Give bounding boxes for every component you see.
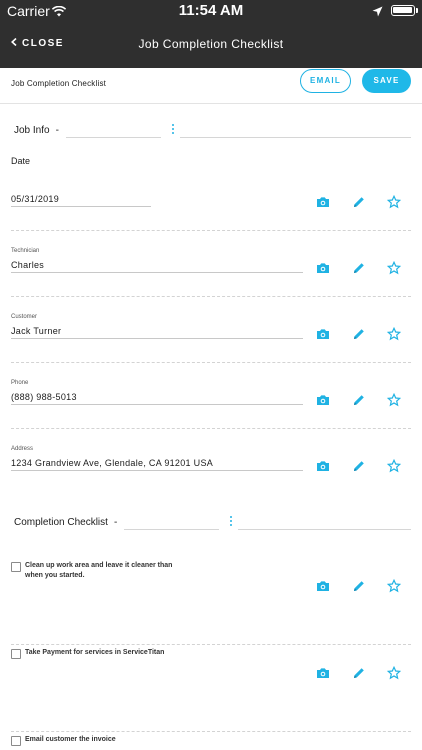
address-value[interactable]: 1234 Grandview Ave, Glendale, CA 91201 U… xyxy=(11,458,213,468)
pencil-icon[interactable] xyxy=(352,195,366,209)
camera-icon[interactable] xyxy=(316,666,330,680)
checklist-checkbox[interactable] xyxy=(11,649,21,659)
pencil-icon[interactable] xyxy=(352,666,366,680)
battery-tip-icon xyxy=(416,8,418,13)
star-icon[interactable] xyxy=(387,195,401,209)
star-icon[interactable] xyxy=(387,261,401,275)
checklist-header-rule xyxy=(238,529,411,530)
address-field: Address 1234 Grandview Ave, Glendale, CA… xyxy=(0,429,422,495)
camera-icon[interactable] xyxy=(316,261,330,275)
checklist-item: Clean up work area and leave it cleaner … xyxy=(0,559,422,645)
phone-actions xyxy=(316,393,406,407)
checklist-divider xyxy=(11,644,411,645)
camera-icon[interactable] xyxy=(316,195,330,209)
customer-caption: Customer xyxy=(11,314,38,320)
star-icon[interactable] xyxy=(387,459,401,473)
pencil-icon[interactable] xyxy=(352,579,366,593)
customer-value[interactable]: Jack Turner xyxy=(11,326,61,336)
checklist-more-icon[interactable] xyxy=(227,514,235,530)
checklist-dash: - xyxy=(113,517,118,528)
pencil-icon[interactable] xyxy=(352,327,366,341)
star-icon[interactable] xyxy=(387,666,401,680)
date-actions xyxy=(316,195,406,209)
customer-underline xyxy=(11,338,303,339)
checklist-checkbox[interactable] xyxy=(11,562,21,572)
checklist-item-label: Take Payment for services in ServiceTita… xyxy=(25,649,165,656)
nav-bar: CLOSE Job Completion Checklist xyxy=(0,22,422,68)
job-info-dash: - xyxy=(55,125,59,136)
camera-icon[interactable] xyxy=(316,393,330,407)
date-field: 05/31/2019 xyxy=(0,165,422,231)
checklist-title: Completion Checklist - xyxy=(14,517,117,528)
star-icon[interactable] xyxy=(387,393,401,407)
camera-icon[interactable] xyxy=(316,459,330,473)
checklist-item-label: Clean up work area and leave it cleaner … xyxy=(25,562,173,579)
save-button[interactable]: SAVE xyxy=(362,69,411,93)
camera-icon[interactable] xyxy=(316,327,330,341)
battery-icon xyxy=(391,5,415,16)
clock: 11:54 AM xyxy=(178,2,244,19)
technician-field: Technician Charles xyxy=(0,231,422,297)
date-value[interactable]: 05/31/2019 xyxy=(11,194,59,204)
email-button[interactable]: EMAIL xyxy=(300,69,351,93)
checklist-name-line xyxy=(124,529,219,530)
pencil-icon[interactable] xyxy=(352,459,366,473)
camera-icon[interactable] xyxy=(316,579,330,593)
nav-title: Job Completion Checklist xyxy=(138,37,284,51)
job-info-header: Job Info - xyxy=(0,119,422,143)
pencil-icon[interactable] xyxy=(352,261,366,275)
checklist-item-actions xyxy=(316,666,406,680)
checklist-item-label: Email customer the invoice xyxy=(25,736,116,743)
phone-caption: Phone xyxy=(11,380,29,386)
checklist-item-actions xyxy=(316,579,406,593)
checklist-item: Take Payment for services in ServiceTita… xyxy=(0,646,422,732)
customer-field: Customer Jack Turner xyxy=(0,297,422,363)
date-underline xyxy=(11,206,151,207)
technician-caption: Technician xyxy=(11,248,40,254)
star-icon[interactable] xyxy=(387,327,401,341)
checklist-divider xyxy=(11,731,411,732)
address-caption: Address xyxy=(11,446,34,452)
phone-value[interactable]: (888) 988-5013 xyxy=(11,392,77,402)
phone-field: Phone (888) 988-5013 xyxy=(0,363,422,429)
customer-actions xyxy=(316,327,406,341)
form-header: Job Completion Checklist EMAIL SAVE xyxy=(0,68,422,104)
form-title: Job Completion Checklist xyxy=(11,79,107,88)
location-icon xyxy=(372,4,383,20)
job-info-more-icon[interactable] xyxy=(169,122,177,138)
technician-actions xyxy=(316,261,406,275)
job-info-header-rule xyxy=(180,137,411,138)
star-icon[interactable] xyxy=(387,579,401,593)
job-info-title: Job Info - xyxy=(14,125,59,136)
address-actions xyxy=(316,459,406,473)
address-underline xyxy=(11,470,303,471)
checklist-header: Completion Checklist - xyxy=(0,511,422,535)
technician-value[interactable]: Charles xyxy=(11,260,44,270)
technician-underline xyxy=(11,272,303,273)
checklist-title-text: Completion Checklist xyxy=(14,517,108,528)
pencil-icon[interactable] xyxy=(352,393,366,407)
phone-underline xyxy=(11,404,303,405)
job-info-name-line xyxy=(66,137,161,138)
status-bar: Carrier 11:54 AM xyxy=(0,0,422,22)
job-info-title-text: Job Info xyxy=(14,125,50,136)
checklist-item: Email customer the invoice xyxy=(0,733,422,750)
checklist-checkbox[interactable] xyxy=(11,736,21,746)
